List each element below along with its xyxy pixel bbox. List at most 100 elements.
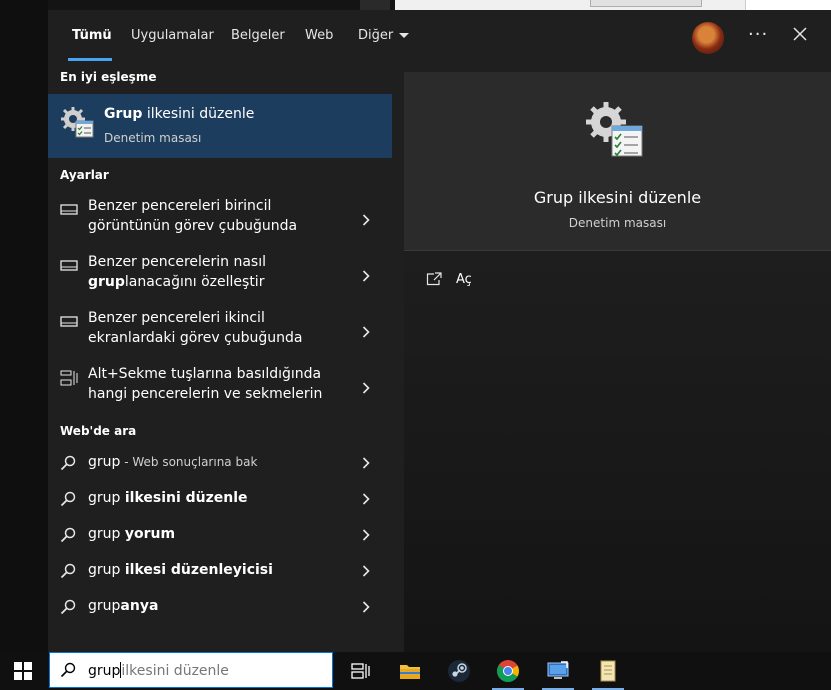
web-search-label: grup yorum (88, 526, 175, 542)
preview-header: Grup ilkesini düzenle Denetim masası (404, 72, 831, 250)
settings-item-line2: hangi pencerelerin ve sekmelerin (88, 386, 323, 402)
chevron-right-icon (362, 457, 370, 469)
chevron-right-icon (362, 382, 370, 394)
monitor-icon (60, 316, 78, 327)
settings-item-line2-rest: lanacağını özelleştir (124, 274, 265, 290)
open-action[interactable]: Aç (426, 270, 626, 294)
remote-desktop-icon[interactable] (546, 659, 570, 683)
web-search-item[interactable]: grupanya (48, 589, 392, 625)
preview-title: Grup ilkesini düzenle (533, 188, 702, 207)
settings-item-label: Benzer pencereleri ikincil ekranlardaki g… (88, 308, 338, 348)
preview-divider (404, 250, 831, 251)
tab-more[interactable]: Diğer (358, 28, 410, 62)
search-input[interactable]: grupilkesini düzenle (88, 662, 229, 679)
chevron-right-icon (362, 601, 370, 613)
section-best-match: En iyi eşleşme (60, 70, 157, 84)
taskbar: grupilkesini düzenle (0, 652, 831, 690)
best-match-title-rest: ilkesini düzenle (142, 106, 255, 122)
windows-start-icon[interactable] (14, 662, 32, 680)
search-icon (60, 662, 76, 678)
settings-item[interactable]: Benzer pencereleri ikincil ekranlardaki g… (48, 304, 392, 360)
avatar[interactable] (692, 22, 724, 54)
taskbar-search-box[interactable]: grupilkesini düzenle (49, 652, 333, 688)
web-search-bold: anya (120, 598, 159, 614)
active-tab-indicator (68, 58, 112, 61)
desktop-background (0, 0, 48, 652)
settings-item-label: Alt+Sekme tuşlarına basıldığında hangi pe… (88, 364, 338, 404)
tab-all[interactable]: Tümü (72, 28, 112, 62)
more-options-icon[interactable]: ··· (748, 24, 768, 45)
background-dialog-button (590, 0, 702, 7)
search-typed-text: grup (88, 663, 121, 679)
task-view-icon[interactable] (349, 659, 373, 683)
section-settings: Ayarlar (60, 168, 109, 182)
background-window-right (745, 0, 831, 10)
settings-item-line1: Benzer pencereleri birincil (88, 198, 272, 214)
web-search-prefix: grup (88, 454, 121, 470)
web-search-label: grup ilkesini düzenle (88, 490, 248, 506)
notepad-icon[interactable] (596, 659, 620, 683)
settings-item-line2: görüntünün görev çubuğunda (88, 218, 298, 234)
search-suggestion-text: ilkesini düzenle (121, 663, 229, 679)
preview-actions-area (404, 250, 831, 652)
monitor-icon (60, 204, 78, 215)
tab-web[interactable]: Web (305, 28, 333, 62)
search-icon (60, 491, 76, 507)
chevron-right-icon (362, 565, 370, 577)
web-search-bold: ilkesini düzenle (124, 490, 248, 506)
search-icon (60, 455, 76, 471)
chevron-right-icon (362, 529, 370, 541)
open-external-icon (426, 272, 442, 286)
web-search-label: grup ilkesi düzenleyicisi (88, 562, 273, 578)
settings-item-label: Benzer pencereleri birincil görüntünün gö… (88, 196, 338, 236)
background-window-strip (360, 0, 390, 10)
search-icon (60, 599, 76, 615)
steam-icon[interactable] (447, 659, 471, 683)
settings-item-line1: Alt+Sekme tuşlarına basıldığında (88, 366, 322, 382)
web-search-item[interactable]: grup yorum (48, 517, 392, 553)
settings-item[interactable]: Alt+Sekme tuşlarına basıldığında hangi pe… (48, 360, 392, 416)
task-view-icon (60, 370, 78, 386)
web-search-prefix: grup (88, 526, 125, 542)
results-list: En iyi eşleşme Grup ilkesini düzenle Den… (48, 62, 404, 652)
search-icon (60, 563, 76, 579)
web-search-prefix: grup (88, 490, 125, 506)
settings-item-line1: Benzer pencereleri ikincil (88, 310, 265, 326)
web-search-prefix: grup (88, 562, 125, 578)
settings-item-line2-bold: grup (88, 274, 125, 290)
web-search-label: grupanya (88, 598, 158, 614)
monitor-icon (60, 260, 78, 271)
web-search-item[interactable]: grup ilkesi düzenleyicisi (48, 553, 392, 589)
web-search-bold: ilkesi düzenleyicisi (124, 562, 273, 578)
group-policy-icon (61, 107, 94, 138)
web-search-bold: yorum (124, 526, 176, 542)
chevron-right-icon (362, 326, 370, 338)
settings-item[interactable]: Benzer pencerelerin nasıl gruplanacağını … (48, 248, 392, 304)
start-search-panel: Tümü Uygulamalar Belgeler Web Diğer ··· … (48, 10, 831, 652)
tab-apps[interactable]: Uygulamalar (131, 28, 214, 62)
search-tabs: Tümü Uygulamalar Belgeler Web Diğer ··· (48, 10, 831, 62)
web-search-label: grup - Web sonuçlarına bak (88, 454, 257, 470)
web-search-item[interactable]: grup ilkesini düzenle (48, 481, 392, 517)
preview-subtitle: Denetim masası (568, 216, 667, 230)
web-search-item[interactable]: grup - Web sonuçlarına bak (48, 445, 392, 481)
web-search-prefix: grup (88, 598, 121, 614)
settings-item-line1: Benzer pencerelerin nasıl (88, 254, 267, 270)
settings-item-line2: ekranlardaki görev çubuğunda (88, 330, 303, 346)
settings-item[interactable]: Benzer pencereleri birincil görüntünün gö… (48, 192, 392, 248)
file-explorer-icon[interactable] (398, 659, 422, 683)
close-icon[interactable] (792, 26, 808, 42)
best-match-title: Grup ilkesini düzenle (104, 106, 254, 122)
tab-documents[interactable]: Belgeler (231, 28, 285, 62)
group-policy-icon (586, 102, 643, 157)
chrome-icon[interactable] (496, 659, 520, 683)
best-match-title-bold: Grup (104, 106, 143, 122)
best-match-item[interactable]: Grup ilkesini düzenle Denetim masası (48, 94, 392, 158)
search-icon (60, 527, 76, 543)
best-match-subtitle: Denetim masası (104, 131, 202, 145)
preview-pane: Grup ilkesini düzenle Denetim masası Aç (404, 72, 831, 652)
chevron-right-icon (362, 270, 370, 282)
settings-item-label: Benzer pencerelerin nasıl gruplanacağını … (88, 252, 338, 292)
chevron-right-icon (362, 493, 370, 505)
section-web-search: Web'de ara (60, 424, 137, 438)
